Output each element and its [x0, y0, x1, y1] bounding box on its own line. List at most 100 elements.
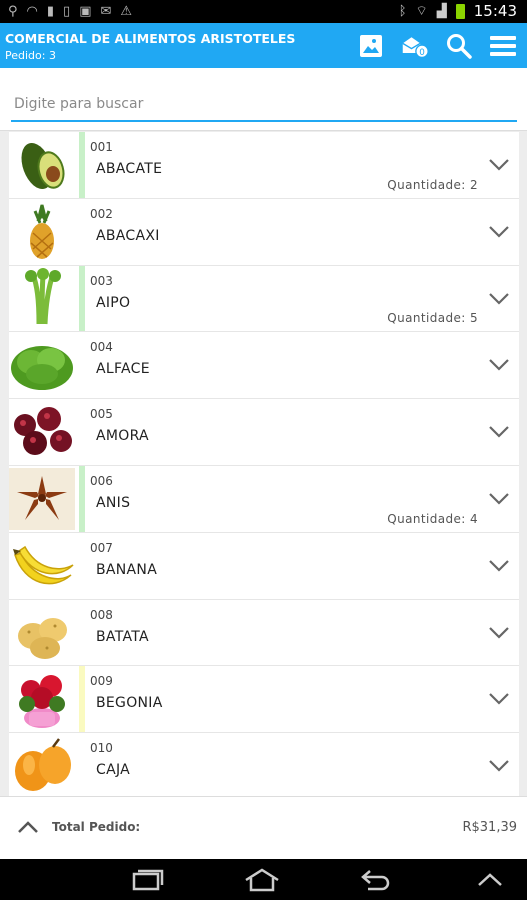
app-title: COMERCIAL DE ALIMENTOS ARISTOTELES — [5, 31, 296, 46]
status-bar: ⚲ ◠ ▮ ▯ ▣ ✉ ⚠ ᛒ ⌔ ▟ 15:43 — [0, 0, 527, 23]
wifi-signal-icon: ⌔ — [415, 4, 428, 19]
home-icon — [245, 868, 279, 892]
product-quantity: Quantidade: 5 — [387, 311, 478, 326]
total-value: R$31,39 — [462, 820, 517, 835]
product-quantity: Quantidade: 4 — [387, 511, 478, 526]
product-code: 004 — [90, 340, 113, 355]
product-code: 005 — [90, 407, 113, 422]
order-number: Pedido: 3 — [5, 49, 56, 62]
product-row[interactable]: 002 ABACAXI — [9, 198, 519, 266]
product-list[interactable]: 001 ABACATE Quantidade: 2 002 ABACAXI 003 AIPO… — [9, 132, 519, 796]
mail-badge-count: 0 — [419, 48, 425, 58]
status-left-icons: ⚲ ◠ ▮ ▯ ▣ ✉ ⚠ — [8, 3, 132, 20]
search-button[interactable] — [445, 32, 473, 60]
selection-marker — [79, 132, 85, 198]
image-icon: ▣ — [79, 4, 92, 19]
product-row[interactable]: 003 AIPO Quantidade: 5 — [9, 265, 519, 333]
product-image — [9, 535, 75, 597]
chevron-down-icon[interactable] — [487, 620, 511, 644]
menu-button[interactable] — [489, 32, 517, 60]
image-button[interactable] — [357, 32, 385, 60]
menu-icon — [490, 36, 516, 56]
product-code: 010 — [90, 741, 113, 756]
back-button[interactable] — [356, 866, 396, 894]
product-row[interactable]: 009 BEGONIA — [9, 666, 519, 734]
product-image — [9, 201, 75, 263]
product-name: ALFACE — [96, 361, 150, 378]
usb-icon: ⚲ — [8, 4, 18, 19]
product-row[interactable]: 007 BANANA — [9, 532, 519, 600]
chevron-down-icon[interactable] — [487, 419, 511, 443]
selection-marker — [79, 265, 85, 332]
product-row[interactable]: 004 ALFACE — [9, 332, 519, 400]
product-code: 002 — [90, 206, 113, 221]
nav-expand-button[interactable] — [470, 866, 510, 894]
chevron-down-icon[interactable] — [487, 219, 511, 243]
product-code: 001 — [90, 140, 113, 154]
product-code: 008 — [90, 607, 113, 622]
product-code: 007 — [90, 540, 113, 555]
chevron-down-icon[interactable] — [487, 286, 511, 310]
product-code: 006 — [90, 473, 113, 488]
chevron-up-icon[interactable] — [16, 817, 40, 837]
sd-card-icon: ▮ — [46, 4, 55, 19]
home-button[interactable] — [242, 866, 282, 894]
product-image — [9, 401, 75, 463]
back-icon — [361, 870, 390, 891]
product-name: BEGONIA — [96, 695, 163, 712]
recent-apps-icon — [132, 869, 164, 891]
mail-box-button[interactable]: 0 — [401, 32, 429, 60]
product-code: 003 — [90, 273, 113, 288]
selection-marker — [79, 465, 85, 532]
image-icon — [360, 35, 382, 57]
product-image — [9, 267, 75, 330]
search-input[interactable] — [11, 92, 517, 122]
product-name: AMORA — [96, 428, 149, 445]
product-image — [9, 668, 75, 730]
chevron-down-icon[interactable] — [487, 686, 511, 710]
product-image — [9, 334, 75, 396]
recent-apps-button[interactable] — [128, 866, 168, 894]
selection-marker — [79, 666, 85, 733]
product-name: CAJA — [96, 762, 131, 779]
chevron-down-icon[interactable] — [487, 352, 511, 376]
status-right-icons: ᛒ ⌔ ▟ 15:43 — [399, 2, 517, 20]
product-code: 009 — [90, 674, 113, 689]
chevron-down-icon[interactable] — [487, 753, 511, 777]
wifi-icon: ◠ — [26, 4, 38, 19]
sim-icon: ▯ — [63, 4, 71, 19]
app-actions: 0 — [357, 31, 517, 61]
chevron-down-icon[interactable] — [487, 486, 511, 510]
mail-box-icon: 0 — [402, 37, 429, 59]
product-row[interactable]: 008 BATATA — [9, 599, 519, 667]
product-image — [9, 602, 75, 664]
chevron-down-icon[interactable] — [487, 553, 511, 577]
product-name: ABACATE — [96, 161, 163, 177]
product-name: AIPO — [96, 294, 131, 311]
total-label: Total Pedido: — [52, 820, 141, 834]
product-quantity: Quantidade: 2 — [387, 177, 478, 192]
product-name: BATATA — [96, 628, 149, 645]
order-total-bar[interactable]: Total Pedido: R$31,39 — [0, 796, 527, 859]
search-icon — [447, 34, 472, 59]
system-nav-bar — [0, 859, 527, 900]
product-row[interactable]: 006 ANIS Quantidade: 4 — [9, 465, 519, 533]
chevron-down-icon[interactable] — [487, 152, 511, 176]
product-image — [9, 735, 75, 796]
search-area — [0, 68, 527, 131]
product-name: ABACAXI — [96, 227, 160, 244]
product-image — [9, 467, 75, 530]
product-image — [9, 134, 75, 196]
cell-signal-icon: ▟ — [436, 3, 447, 19]
chevron-up-icon — [478, 873, 502, 886]
product-row[interactable]: 001 ABACATE Quantidade: 2 — [9, 132, 519, 199]
product-name: ANIS — [96, 494, 131, 511]
battery-icon — [455, 3, 465, 19]
app-bar: COMERCIAL DE ALIMENTOS ARISTOTELES Pedid… — [0, 23, 527, 68]
product-row[interactable]: 010 CAJA — [9, 733, 519, 796]
mail-icon: ✉ — [100, 4, 112, 19]
warning-icon: ⚠ — [120, 4, 133, 19]
product-name: BANANA — [96, 561, 158, 578]
product-row[interactable]: 005 AMORA — [9, 399, 519, 466]
status-time: 15:43 — [473, 2, 517, 20]
